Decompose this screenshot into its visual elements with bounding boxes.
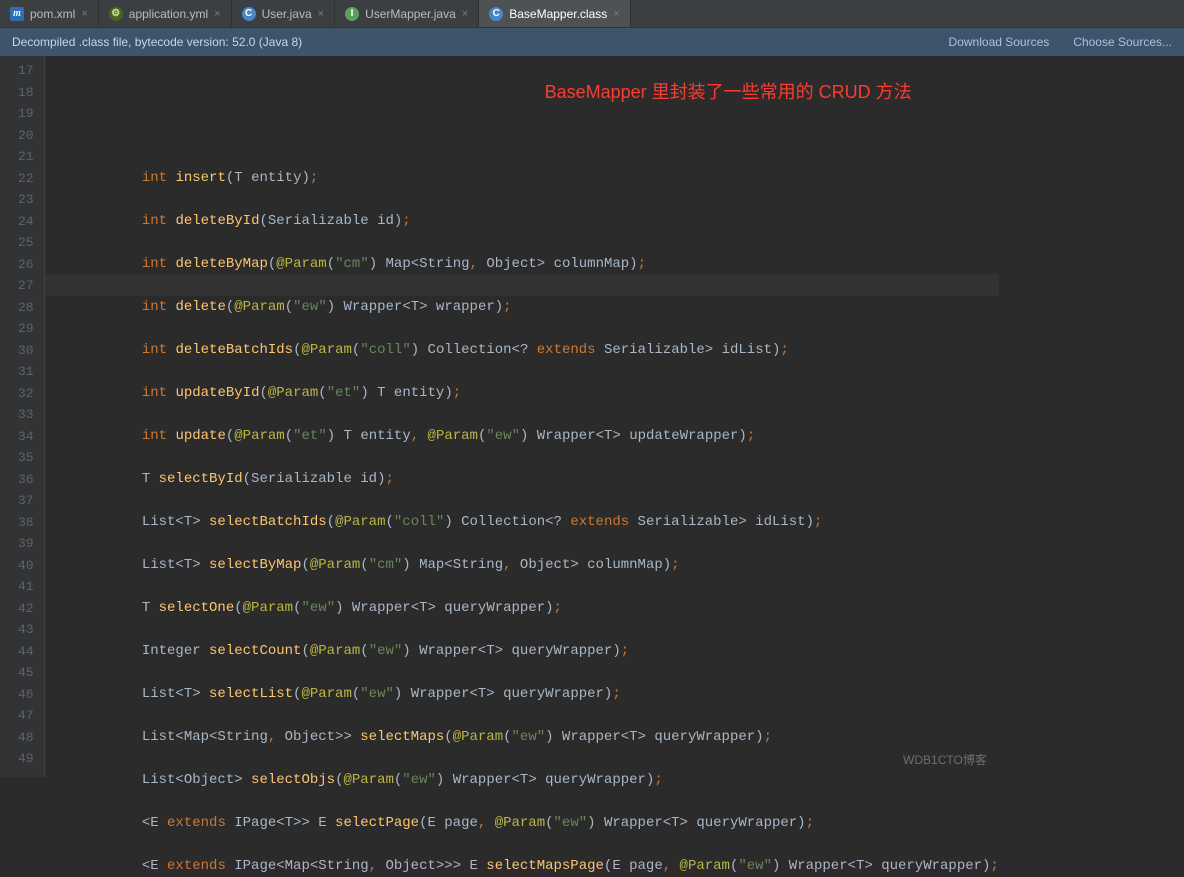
- decompile-notification-bar: Decompiled .class file, bytecode version…: [0, 28, 1184, 56]
- line-number: 40: [18, 555, 34, 577]
- line-number: 19: [18, 103, 34, 125]
- red-annotation-text: BaseMapper 里封装了一些常用的 CRUD 方法: [545, 82, 912, 104]
- close-tab-icon[interactable]: ×: [318, 8, 324, 20]
- code-line[interactable]: [75, 705, 999, 727]
- line-number: 30: [18, 340, 34, 362]
- line-number: 28: [18, 297, 34, 319]
- close-tab-icon[interactable]: ×: [613, 8, 619, 20]
- code-line[interactable]: Integer selectCount(@Param("ew") Wrapper…: [75, 641, 999, 663]
- line-number: 34: [18, 426, 34, 448]
- line-number: 32: [18, 383, 34, 405]
- choose-sources-link[interactable]: Choose Sources...: [1073, 35, 1172, 49]
- code-line[interactable]: [75, 748, 999, 770]
- close-tab-icon[interactable]: ×: [462, 8, 468, 20]
- editor-tab[interactable]: ⚙ application.yml ×: [99, 0, 232, 27]
- file-type-icon: C: [489, 7, 503, 21]
- editor-tab[interactable]: C BaseMapper.class ×: [479, 0, 631, 27]
- line-number: 21: [18, 146, 34, 168]
- code-line[interactable]: [75, 533, 999, 555]
- line-number: 23: [18, 189, 34, 211]
- code-line[interactable]: [75, 189, 999, 211]
- code-line[interactable]: [75, 619, 999, 641]
- tab-label: User.java: [262, 7, 312, 21]
- line-gutter: 1718192021222324252627282930313233343536…: [0, 56, 45, 777]
- watermark-text: WDB1CTO博客: [903, 750, 987, 772]
- code-line[interactable]: <E extends IPage<T>> E selectPage(E page…: [75, 813, 999, 835]
- line-number: 43: [18, 619, 34, 641]
- tab-label: UserMapper.java: [365, 7, 456, 21]
- tab-label: pom.xml: [30, 7, 75, 21]
- tab-label: application.yml: [129, 7, 208, 21]
- code-area[interactable]: BaseMapper 里封装了一些常用的 CRUD 方法 WDB1CTO博客 i…: [45, 56, 999, 777]
- line-number: 17: [18, 60, 34, 82]
- tab-label: BaseMapper.class: [509, 7, 607, 21]
- line-number: 25: [18, 232, 34, 254]
- code-line[interactable]: [75, 834, 999, 856]
- line-number: 42: [18, 598, 34, 620]
- code-line[interactable]: int delete(@Param("ew") Wrapper<T> wrapp…: [75, 297, 999, 319]
- line-number: 35: [18, 447, 34, 469]
- file-type-icon: ⚙: [109, 7, 123, 21]
- code-line[interactable]: List<T> selectBatchIds(@Param("coll") Co…: [75, 512, 999, 534]
- code-line[interactable]: [75, 662, 999, 684]
- line-number: 37: [18, 490, 34, 512]
- decompile-message: Decompiled .class file, bytecode version…: [12, 35, 302, 49]
- editor-tab[interactable]: m pom.xml ×: [0, 0, 99, 27]
- line-number: 27: [18, 275, 34, 297]
- line-number: 29: [18, 318, 34, 340]
- tab-bar: m pom.xml × ⚙ application.yml × C User.java × I Us…: [0, 0, 1184, 28]
- code-line[interactable]: [75, 576, 999, 598]
- line-number: 26: [18, 254, 34, 276]
- close-tab-icon[interactable]: ×: [214, 8, 220, 20]
- code-line[interactable]: int deleteById(Serializable id);: [75, 211, 999, 233]
- line-number: 44: [18, 641, 34, 663]
- editor-tab[interactable]: C User.java ×: [232, 0, 335, 27]
- editor-area: 1718192021222324252627282930313233343536…: [0, 56, 1184, 777]
- line-number: 33: [18, 404, 34, 426]
- code-line[interactable]: [75, 791, 999, 813]
- code-line[interactable]: int update(@Param("et") T entity, @Param…: [75, 426, 999, 448]
- code-line[interactable]: [75, 361, 999, 383]
- line-number: 18: [18, 82, 34, 104]
- code-line[interactable]: int deleteByMap(@Param("cm") Map<String,…: [75, 254, 999, 276]
- file-type-icon: m: [10, 7, 24, 21]
- code-line[interactable]: int insert(T entity);: [75, 168, 999, 190]
- code-line[interactable]: int updateById(@Param("et") T entity);: [75, 383, 999, 405]
- code-line[interactable]: [75, 490, 999, 512]
- code-line[interactable]: T selectOne(@Param("ew") Wrapper<T> quer…: [75, 598, 999, 620]
- line-number: 48: [18, 727, 34, 749]
- file-type-icon: I: [345, 7, 359, 21]
- code-line[interactable]: [75, 404, 999, 426]
- code-line[interactable]: [75, 318, 999, 340]
- line-number: 36: [18, 469, 34, 491]
- code-line[interactable]: List<T> selectList(@Param("ew") Wrapper<…: [75, 684, 999, 706]
- code-line[interactable]: List<T> selectByMap(@Param("cm") Map<Str…: [75, 555, 999, 577]
- file-type-icon: C: [242, 7, 256, 21]
- line-number: 20: [18, 125, 34, 147]
- line-number: 24: [18, 211, 34, 233]
- line-number: 49: [18, 748, 34, 770]
- download-sources-link[interactable]: Download Sources: [949, 35, 1050, 49]
- code-line[interactable]: List<Map<String, Object>> selectMaps(@Pa…: [75, 727, 999, 749]
- code-line[interactable]: List<Object> selectObjs(@Param("ew") Wra…: [75, 770, 999, 792]
- line-number: 45: [18, 662, 34, 684]
- close-tab-icon[interactable]: ×: [81, 8, 87, 20]
- code-line[interactable]: [75, 232, 999, 254]
- notification-actions: Download Sources Choose Sources...: [949, 35, 1172, 49]
- line-number: 38: [18, 512, 34, 534]
- line-number: 46: [18, 684, 34, 706]
- line-number: 22: [18, 168, 34, 190]
- editor-tab[interactable]: I UserMapper.java ×: [335, 0, 479, 27]
- line-number: 47: [18, 705, 34, 727]
- line-number: 31: [18, 361, 34, 383]
- code-line[interactable]: [75, 447, 999, 469]
- code-line[interactable]: T selectById(Serializable id);: [75, 469, 999, 491]
- code-line[interactable]: [75, 275, 999, 297]
- line-number: 39: [18, 533, 34, 555]
- line-number: 41: [18, 576, 34, 598]
- code-line[interactable]: int deleteBatchIds(@Param("coll") Collec…: [75, 340, 999, 362]
- code-line[interactable]: <E extends IPage<Map<String, Object>>> E…: [75, 856, 999, 877]
